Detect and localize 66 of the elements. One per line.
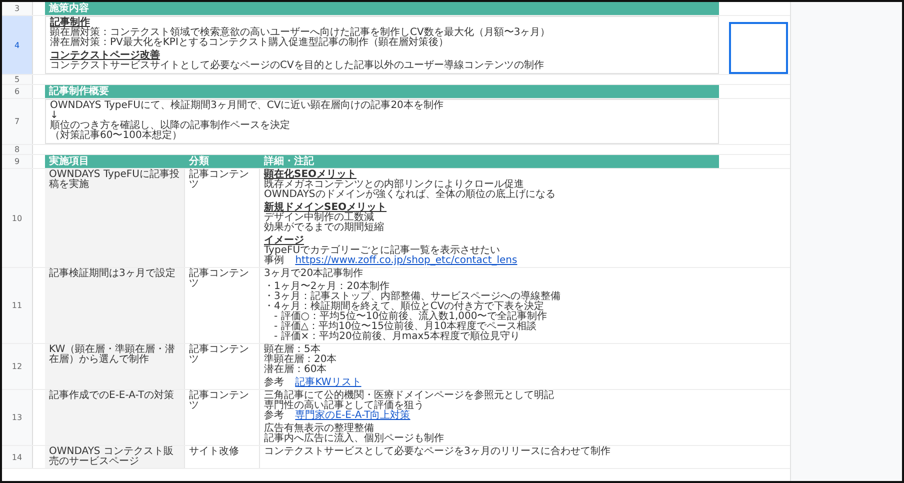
table-cell: OWNDAYS コンテクスト販売のサービスページ [45, 446, 185, 468]
reference-link[interactable]: 専門家のE-E-A-T向上対策 [295, 410, 410, 421]
paragraph-heading: 記事制作 [50, 18, 90, 28]
note-text: コンテクストサービスサイトとして必要なページのCVを目的とした記事以外のユーザー導線コンテンツの制作 [50, 61, 545, 71]
note-text: 3ヶ月で20本記事制作 [264, 269, 364, 279]
note-text: 参考 [264, 410, 284, 421]
note-text: ・4ヶ月：検証期間を終えて、順位とCVの付き方で下表を決定 [264, 302, 544, 312]
note-text: ・3ヶ月：記事ストップ、内部整備、サービスページへの導線整備 [264, 292, 562, 302]
note-text: ↓ [50, 111, 58, 121]
reference-link[interactable]: https://www.zoff.co.jp/shop_etc/contact_lens [295, 255, 518, 266]
row-header[interactable]: 7 [2, 99, 33, 144]
note-text: 準顕在層：20本 [264, 355, 338, 365]
note-text: デザイン中制作の工数減 [264, 213, 374, 223]
note-text: 参考 [264, 377, 284, 388]
table-cell: 記事検証期間は3ヶ月で設定 [45, 268, 185, 343]
paragraph-heading: 新規ドメインSEOメリット [264, 203, 388, 213]
note-text: 三角記事にて公的機関・医療ドメインページを参照元として明記 [264, 391, 555, 401]
row-header[interactable]: 4 [2, 16, 33, 74]
note-text: 既存メガネコンテンツとの内部リンクによりクロール促進 [264, 180, 524, 190]
note-text: OWNDAYSのドメインが強くなれば、全体の順位の底上げになる [264, 190, 556, 200]
note-text: TypeFUでカテゴリーごとに記事一覧を表示させたい [264, 246, 500, 256]
note-text: コンテクストサービスとして必要なページを3ヶ月のリリースに合わせて制作 [264, 447, 612, 457]
row-header[interactable]: 6 [2, 85, 33, 98]
table-cell: 記事作成でのE-E-A-Tの対策 [45, 390, 185, 445]
table-cell: KW（顕在層・準顕在層・潜在層）から選んで制作 [45, 344, 185, 389]
note-text: 顕在層対策：コンテクスト領域で検索意欲の高いユーザーへ向けた記事を制作しCV数を最大化（月額〜3ヶ月） [50, 28, 552, 38]
row-header[interactable]: 10 [2, 169, 33, 267]
note-text: 顕在層：5本 [264, 345, 320, 355]
row-header[interactable]: 8 [2, 145, 33, 154]
note-text: 順位のつき方を確認し、以降の記事制作ペースを決定 [50, 121, 291, 131]
table-cell: 記事コンテンツ [185, 268, 260, 343]
note-text: 効果がでるまでの期間短縮 [264, 223, 385, 233]
paragraph-heading: コンテクストページ改善 [50, 51, 161, 61]
column-header: 実施項目 [45, 155, 185, 168]
column-header: 分類 [185, 155, 260, 168]
note-text: OWNDAYS TypeFUにて、検証期間3ヶ月間で、CVに近い顕在層向けの記事20本を制作 [50, 101, 444, 111]
note-text: 事例 [264, 255, 284, 266]
reference-link[interactable]: 記事KWリスト [295, 377, 362, 388]
note-text: 広告有無表示の整理整備 [264, 424, 374, 434]
row-header[interactable]: 5 [2, 75, 33, 84]
row-header[interactable]: 14 [2, 446, 33, 468]
note-text: - 評価○：平均5位〜10位前後、流入数1,000〜で全記事制作 [273, 312, 548, 322]
column-header: 詳細・注記 [260, 155, 719, 168]
section-header: 記事制作概要 [45, 85, 719, 98]
table-cell: 記事コンテンツ [185, 390, 260, 445]
note-text: 専門性の高い記事として評価を狙う [264, 401, 425, 411]
row-header[interactable]: 3 [2, 2, 33, 15]
cell-selection[interactable] [729, 22, 788, 74]
table-cell: OWNDAYS TypeFUに記事投稿を実施 [45, 169, 185, 267]
row-header[interactable]: 11 [2, 268, 33, 343]
table-cell: 記事コンテンツ [185, 169, 260, 267]
row-header[interactable]: 12 [2, 344, 33, 389]
table-cell: サイト改修 [185, 446, 260, 468]
note-text: 潜在層対策：PV最大化をKPIとするコンテクスト購入促進型記事の制作（顕在層対策後） [50, 38, 450, 48]
note-text: 記事内へ広告に流入、個別ページも制作 [264, 434, 445, 444]
row-header[interactable]: 13 [2, 390, 33, 445]
note-text: （対策記事60〜100本想定） [50, 131, 183, 141]
section-header: 施策内容 [45, 2, 719, 15]
note-text: 潜在層：60本 [264, 365, 328, 375]
table-cell: 記事コンテンツ [185, 344, 260, 389]
note-text: ・1ヶ月〜2ヶ月：20本制作 [264, 282, 390, 292]
row-header[interactable]: 9 [2, 155, 33, 168]
paragraph-heading: 顕在化SEOメリット [264, 170, 358, 180]
note-text: - 評価×：平均20位前後、月max5本程度で順位見守り [273, 332, 522, 342]
paragraph-heading: イメージ [264, 236, 305, 246]
note-text: - 評価△：平均10位〜15位前後、月10本程度でペース相談 [273, 322, 538, 332]
